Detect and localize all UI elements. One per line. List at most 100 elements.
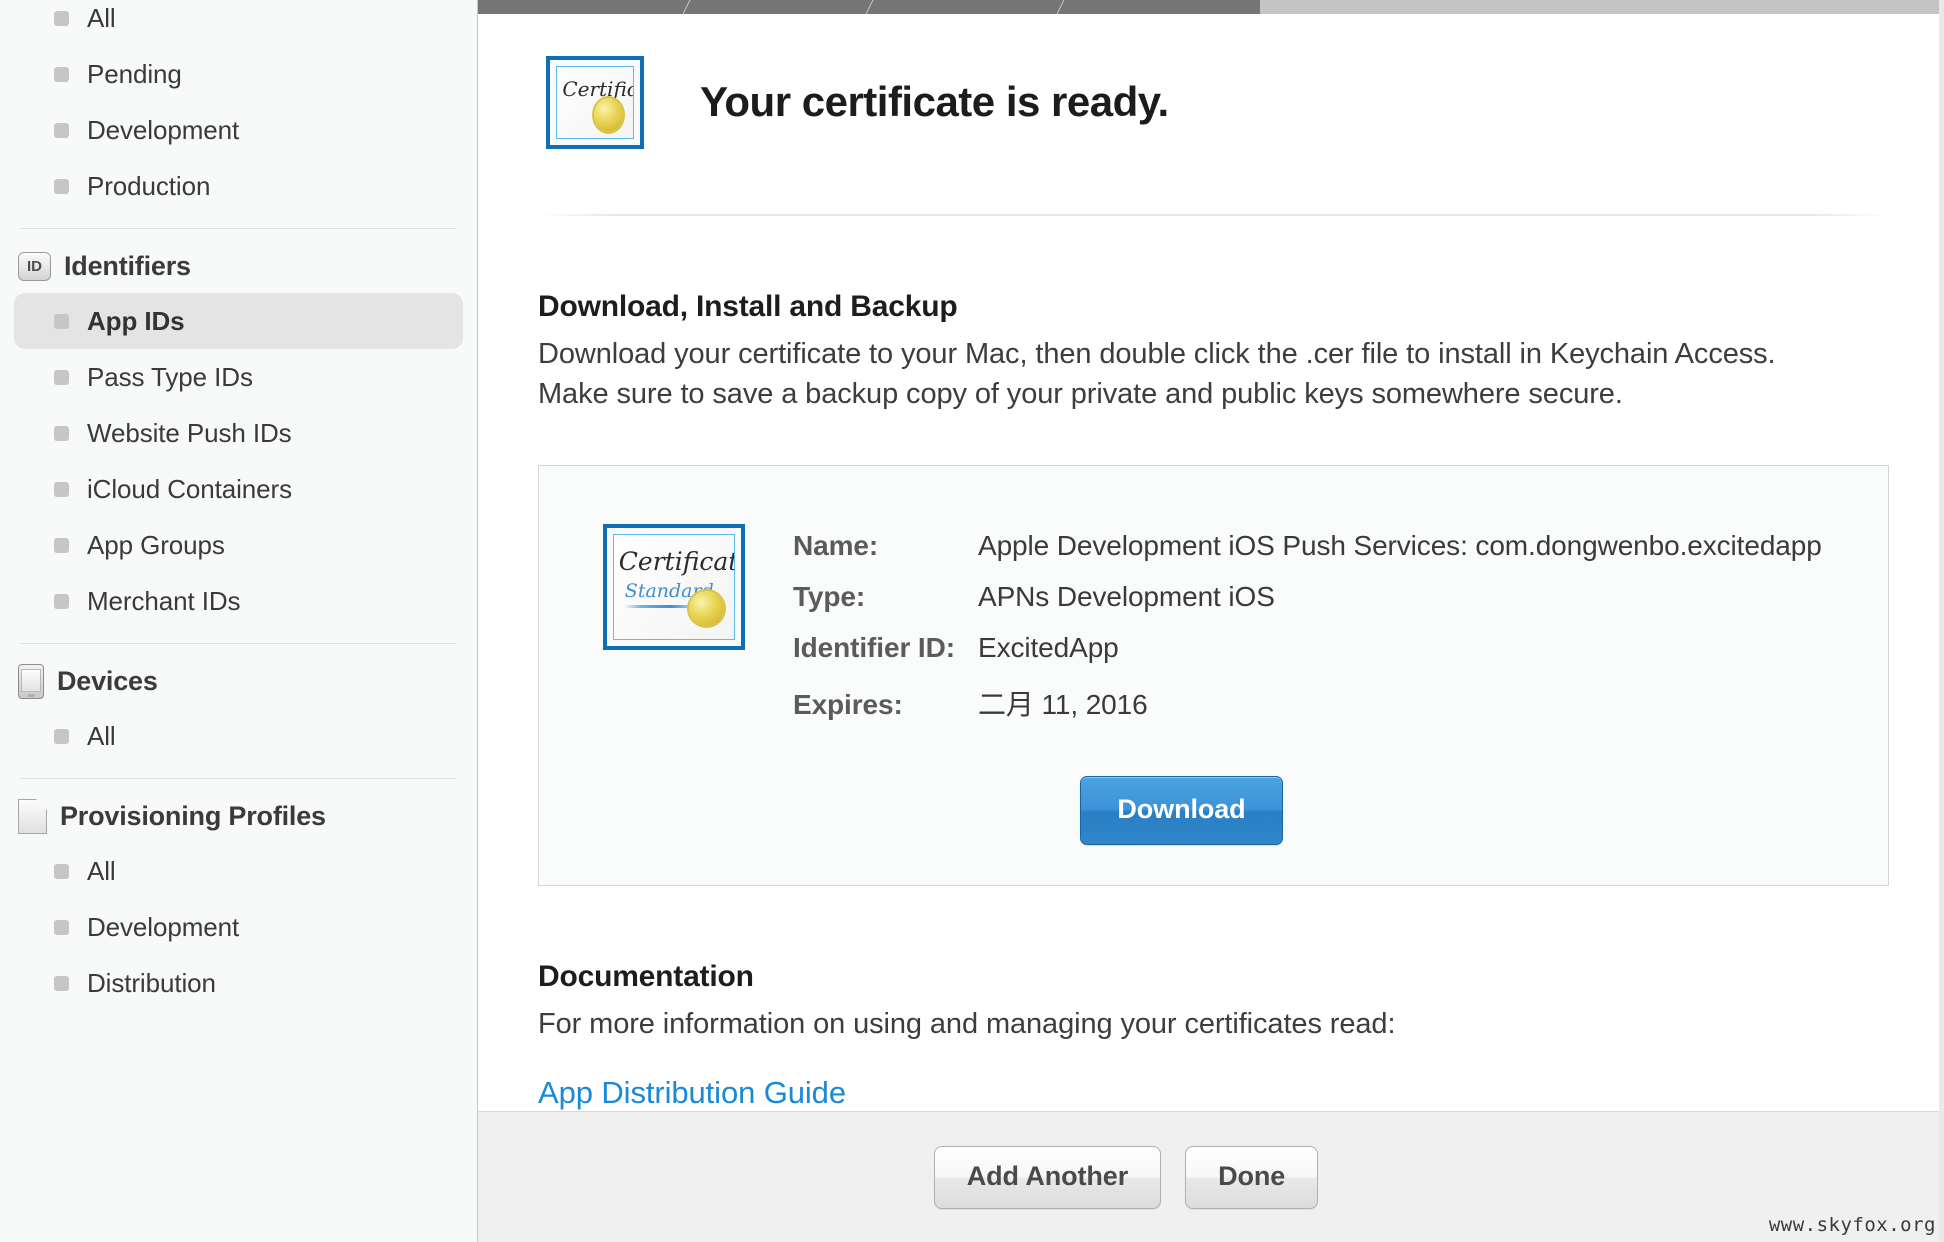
certificate-field-expires: Expires: 二月 11, 2016 [793,683,1822,723]
sidebar-item-label: App IDs [87,305,185,336]
field-value: Apple Development iOS Push Services: com… [978,529,1822,561]
site-watermark: www.skyfox.org [1768,1214,1936,1236]
sidebar-item-profiles-all[interactable]: All [14,843,463,899]
sidebar-divider [20,643,457,644]
sidebar: All Pending Development Production ID Id… [0,0,478,1242]
certificate-icon: Certificate Standard [546,55,644,149]
field-value: 二月 11, 2016 [978,688,1148,720]
bullet-icon [54,919,69,935]
sidebar-group-identifiers: ID Identifiers App IDs Pass Type IDs Web… [0,239,477,629]
sidebar-item-certificates-development[interactable]: Development [14,102,463,158]
sidebar-group-devices: Devices All [0,654,477,764]
sidebar-item-label: All [87,2,116,33]
sidebar-item-devices-all[interactable]: All [14,708,463,764]
sidebar-scroll-area[interactable]: All Pending Development Production ID Id… [0,0,477,1011]
page-title: Your certificate is ready. [700,78,1169,126]
certificate-standard-icon: Certificate Standard [603,523,745,650]
certificate-icon-word: Certificate [562,76,633,101]
download-install-backup-section: Download, Install and Backup Download yo… [478,290,1944,414]
sidebar-item-label: Development [87,114,240,145]
vertical-scrollbar[interactable] [1939,0,1944,1242]
bullet-icon [54,537,69,553]
sidebar-item-label: Website Push IDs [87,417,292,448]
bullet-icon [54,863,69,879]
sidebar-header-provisioning-profiles: Provisioning Profiles [0,789,477,843]
add-another-button[interactable]: Add Another [933,1145,1162,1209]
progress-segment [683,0,875,14]
certificate-seal-icon [689,591,725,627]
sidebar-item-certificates-all[interactable]: All [14,0,463,46]
sidebar-item-certificates-pending[interactable]: Pending [14,46,463,102]
progress-segment [866,0,1066,14]
progress-completed-segments [478,0,1255,14]
bullet-icon [54,66,69,82]
main-content: Certificate Standard Your certificate is… [478,14,1944,1111]
sidebar-item-label: iCloud Containers [87,473,292,504]
sidebar-header-devices: Devices [0,654,477,708]
sidebar-item-label: Distribution [87,967,216,998]
field-label: Type: [793,580,866,612]
bullet-icon [54,369,69,385]
wizard-progress-bar [478,0,1944,14]
sidebar-item-label: All [87,855,116,886]
sidebar-header-identifiers: ID Identifiers [0,239,477,293]
bullet-icon [54,593,69,609]
field-label: Name: [793,529,879,561]
download-button[interactable]: Download [1080,775,1283,845]
section-heading-download: Download, Install and Backup [538,290,958,324]
bullet-icon [54,178,69,194]
bullet-icon [54,975,69,991]
bullet-icon [54,425,69,441]
sidebar-item-label: Development [87,911,240,942]
sidebar-header-label: Devices [57,665,158,696]
certificate-seal-icon [594,97,624,132]
sidebar-group-provisioning-profiles: Provisioning Profiles All Development Di… [0,789,477,1011]
sidebar-divider [20,778,457,779]
certificate-field-type: Type: APNs Development iOS [793,581,1822,613]
sidebar-item-label: Production [87,170,211,201]
footer-bar: Add Another Done [478,1111,1944,1242]
sidebar-item-website-push-ids[interactable]: Website Push IDs [14,405,463,461]
sidebar-item-label: Pending [87,58,182,89]
document-icon [18,798,47,834]
progress-segment [478,0,692,14]
sidebar-item-profiles-distribution[interactable]: Distribution [14,955,463,1011]
section-body-download: Download your certificate to your Mac, t… [538,338,1776,410]
certificate-field-list: Name: Apple Development iOS Push Service… [793,524,1822,742]
sidebar-item-pass-type-ids[interactable]: Pass Type IDs [14,349,463,405]
sidebar-item-label: Pass Type IDs [87,361,253,392]
certificate-icon-word: Certificate [618,547,734,577]
bullet-icon [54,10,69,26]
sidebar-divider [20,228,457,229]
bullet-icon [54,313,69,329]
field-value: APNs Development iOS [978,580,1275,612]
sidebar-item-label: All [87,720,116,751]
certificate-field-name: Name: Apple Development iOS Push Service… [793,530,1822,562]
section-heading-documentation: Documentation [538,959,754,993]
bullet-icon [54,122,69,138]
main-panel: Certificate Standard Your certificate is… [478,0,1944,1242]
bullet-icon [54,728,69,744]
sidebar-item-label: App Groups [87,529,225,560]
certificate-details-panel: Certificate Standard Name: Apple Develop… [538,464,1889,886]
progress-arrow-cap [1250,0,1270,14]
sidebar-item-app-groups[interactable]: App Groups [14,517,463,573]
bullet-icon [54,481,69,497]
done-button[interactable]: Done [1185,1145,1319,1209]
sidebar-item-icloud-containers[interactable]: iCloud Containers [14,461,463,517]
sidebar-item-certificates-production[interactable]: Production [14,158,463,214]
app-distribution-guide-link[interactable]: App Distribution Guide [538,1075,846,1111]
sidebar-item-merchant-ids[interactable]: Merchant IDs [14,573,463,629]
app-window: All Pending Development Production ID Id… [0,0,1944,1242]
field-label: Expires: [793,688,903,720]
field-value: ExcitedApp [978,631,1119,663]
id-badge-icon: ID [18,251,51,281]
certificate-field-identifier-id: Identifier ID: ExcitedApp [793,632,1822,664]
sidebar-header-label: Identifiers [64,250,191,281]
device-icon [18,663,44,699]
progress-segment [1057,0,1255,14]
sidebar-group-certificates: All Pending Development Production [0,0,477,214]
sidebar-item-app-ids[interactable]: App IDs [14,293,463,349]
sidebar-item-profiles-development[interactable]: Development [14,899,463,955]
sidebar-header-label: Provisioning Profiles [60,800,326,831]
